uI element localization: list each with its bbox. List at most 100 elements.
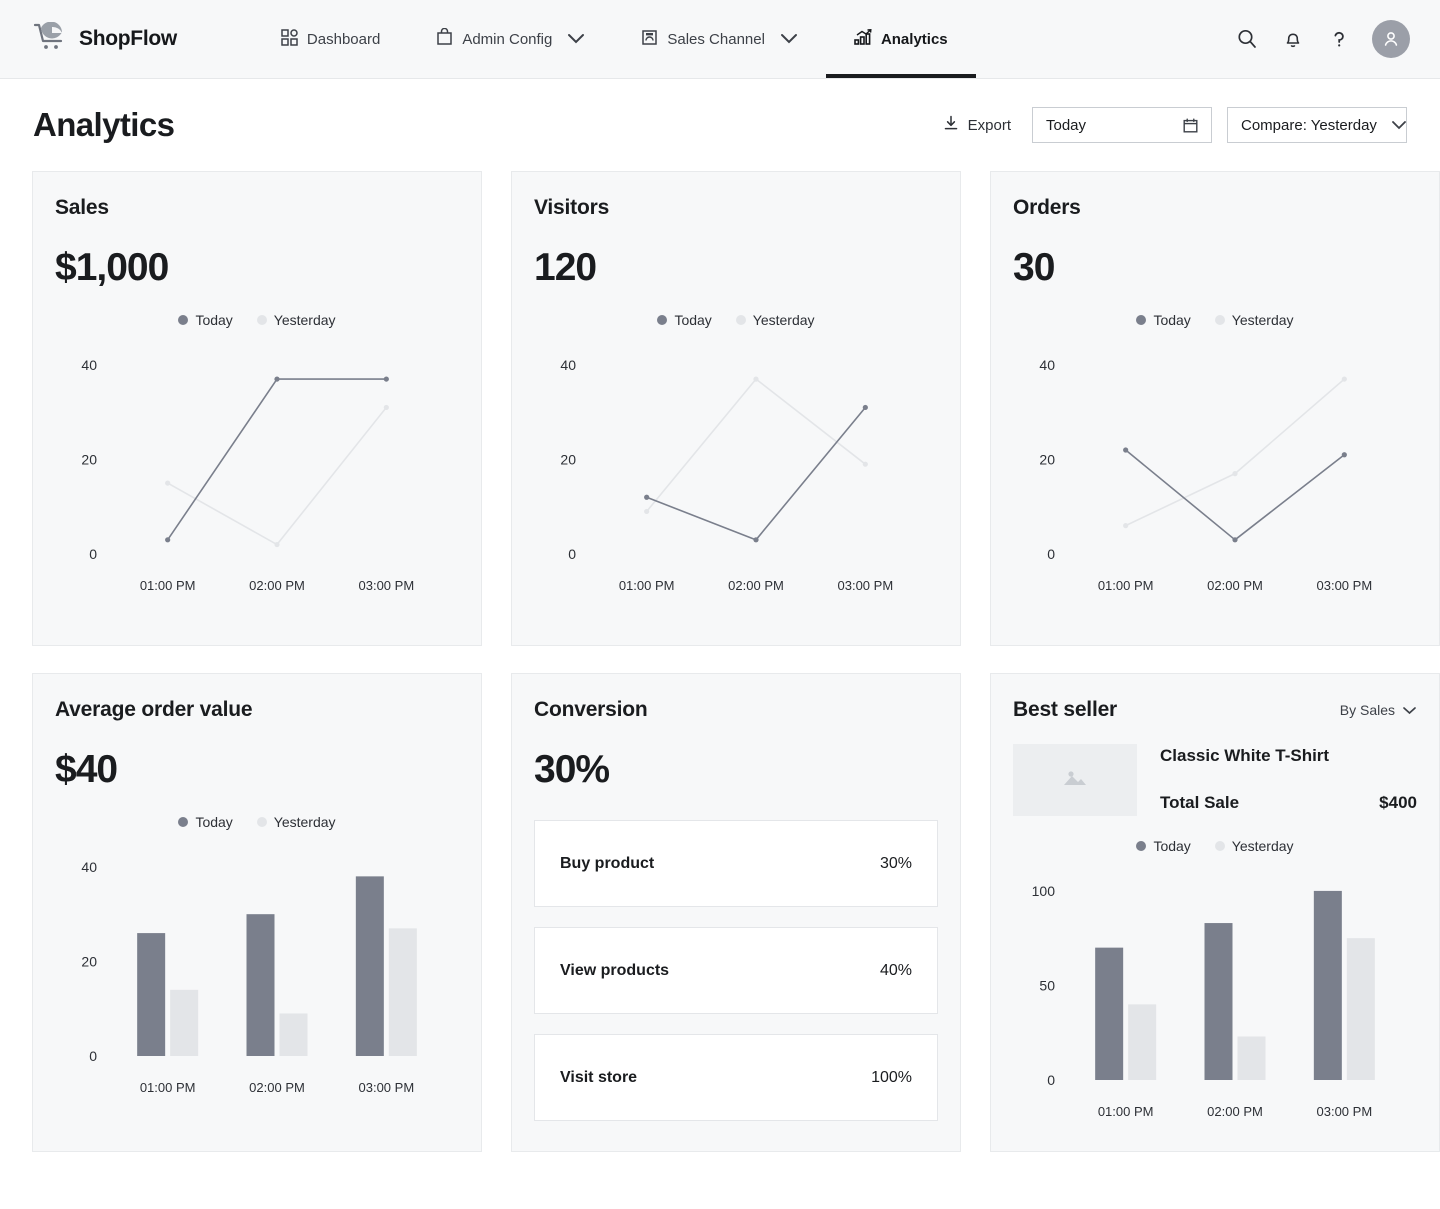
card-orders: Orders 30 Today Yesterday 0 20 40 01:00 PM 0… bbox=[990, 171, 1440, 646]
nav-item-admin-config[interactable]: Admin Config bbox=[408, 0, 613, 78]
help-icon[interactable] bbox=[1326, 26, 1352, 52]
legend-item-yesterday[interactable]: Yesterday bbox=[1214, 838, 1294, 854]
main-nav: Dashboard Admin Config Sales Channel Ana… bbox=[253, 0, 976, 78]
search-icon[interactable] bbox=[1234, 26, 1260, 52]
legend-item-yesterday[interactable]: Yesterday bbox=[735, 312, 815, 328]
svg-text:01:00 PM: 01:00 PM bbox=[140, 1080, 196, 1095]
svg-text:02:00 PM: 02:00 PM bbox=[1207, 578, 1263, 593]
shopping-cart-icon bbox=[32, 21, 68, 57]
svg-text:02:00 PM: 02:00 PM bbox=[249, 578, 305, 593]
page-toolbar: Export Today Compare: Yesterday bbox=[937, 107, 1407, 143]
svg-text:40: 40 bbox=[560, 357, 576, 373]
download-icon bbox=[943, 115, 959, 135]
conversion-label: Visit store bbox=[560, 1068, 638, 1086]
svg-text:20: 20 bbox=[1039, 451, 1055, 467]
legend-label-yesterday: Yesterday bbox=[273, 312, 336, 328]
brand-name: ShopFlow bbox=[79, 27, 177, 50]
legend-item-today[interactable]: Today bbox=[1136, 312, 1191, 328]
conversion-funnel-list: Buy product 30% View products 40% Visit … bbox=[534, 820, 938, 1121]
svg-text:20: 20 bbox=[81, 451, 97, 467]
brand-logo[interactable]: ShopFlow bbox=[0, 0, 197, 78]
legend-item-today[interactable]: Today bbox=[657, 312, 712, 328]
svg-text:20: 20 bbox=[560, 451, 576, 467]
legend-label-today: Today bbox=[1153, 838, 1191, 854]
card-value-conversion: 30% bbox=[534, 748, 610, 791]
svg-text:01:00 PM: 01:00 PM bbox=[619, 578, 675, 593]
svg-text:02:00 PM: 02:00 PM bbox=[728, 578, 784, 593]
conversion-value: 30% bbox=[879, 854, 912, 872]
svg-text:03:00 PM: 03:00 PM bbox=[1317, 578, 1373, 593]
chart-sales: 0 20 40 01:00 PM 02:00 PM 03:00 PM bbox=[55, 334, 459, 606]
legend-dot-today bbox=[1136, 841, 1147, 851]
card-visitors: Visitors 120 Today Yesterday 0 20 40 01:00 … bbox=[511, 171, 961, 646]
bell-icon[interactable] bbox=[1280, 26, 1306, 52]
date-range-select[interactable]: Today bbox=[1032, 107, 1212, 143]
card-sales: Sales $1,000 Today Yesterday 0 20 40 01:00 … bbox=[32, 171, 482, 646]
card-title-orders: Orders bbox=[1013, 196, 1081, 219]
metrics-grid: Sales $1,000 Today Yesterday 0 20 40 01:00 … bbox=[0, 171, 1440, 1152]
legend-item-yesterday[interactable]: Yesterday bbox=[1214, 312, 1294, 328]
compare-select[interactable]: Compare: Yesterday bbox=[1227, 107, 1407, 143]
image-placeholder-icon bbox=[1060, 766, 1090, 795]
legend-item-yesterday[interactable]: Yesterday bbox=[256, 814, 336, 830]
svg-text:01:00 PM: 01:00 PM bbox=[1098, 1104, 1154, 1119]
legend-item-today[interactable]: Today bbox=[1136, 838, 1191, 854]
best-seller-sort-select[interactable]: By Sales bbox=[1340, 698, 1417, 718]
legend-best-seller: Today Yesterday bbox=[1013, 838, 1417, 854]
legend-dot-yesterday bbox=[1214, 315, 1225, 325]
best-seller-header: Best seller By Sales bbox=[1013, 698, 1417, 722]
svg-text:01:00 PM: 01:00 PM bbox=[1098, 578, 1154, 593]
conversion-value: 100% bbox=[871, 1068, 912, 1086]
card-best-seller: Best seller By Sales Classic White T-Shi… bbox=[990, 673, 1440, 1152]
nav-label-admin-config: Admin Config bbox=[462, 30, 553, 48]
grid-icon bbox=[281, 28, 298, 50]
legend-visitors: Today Yesterday bbox=[534, 312, 938, 328]
best-seller-product: Classic White T-Shirt Total Sale $400 bbox=[1013, 744, 1417, 816]
page-title: Analytics bbox=[33, 106, 175, 143]
svg-text:40: 40 bbox=[81, 859, 97, 875]
total-sale-row: Total Sale $400 bbox=[1160, 793, 1417, 813]
chevron-down-icon[interactable] bbox=[567, 31, 585, 48]
svg-text:0: 0 bbox=[89, 1048, 97, 1064]
nav-item-analytics[interactable]: Analytics bbox=[825, 0, 976, 78]
card-title-best-seller: Best seller bbox=[1013, 698, 1118, 721]
chevron-down-icon[interactable] bbox=[780, 31, 798, 48]
legend-aov: Today Yesterday bbox=[55, 814, 459, 830]
card-title-sales: Sales bbox=[55, 196, 109, 219]
export-button[interactable]: Export bbox=[937, 109, 1017, 141]
svg-text:0: 0 bbox=[568, 546, 576, 562]
svg-text:03:00 PM: 03:00 PM bbox=[838, 578, 894, 593]
conversion-row-visit-store[interactable]: Visit store 100% bbox=[534, 1034, 938, 1121]
legend-item-today[interactable]: Today bbox=[178, 814, 233, 830]
bag-icon bbox=[436, 27, 453, 50]
legend-dot-yesterday bbox=[256, 817, 267, 827]
svg-text:03:00 PM: 03:00 PM bbox=[1317, 1104, 1373, 1119]
nav-item-dashboard[interactable]: Dashboard bbox=[253, 0, 408, 78]
card-title-conversion: Conversion bbox=[534, 698, 648, 721]
card-value-aov: $40 bbox=[55, 748, 118, 791]
card-value-visitors: 120 bbox=[534, 246, 597, 289]
conversion-row-buy-product[interactable]: Buy product 30% bbox=[534, 820, 938, 907]
nav-label-dashboard: Dashboard bbox=[306, 30, 381, 48]
conversion-row-view-products[interactable]: View products 40% bbox=[534, 927, 938, 1014]
card-value-sales: $1,000 bbox=[55, 246, 169, 289]
svg-text:40: 40 bbox=[81, 357, 97, 373]
chart-best-seller: 0 50 100 01:00 PM 02:00 PM 03:00 PM bbox=[1013, 860, 1417, 1132]
chevron-down-icon bbox=[1402, 702, 1417, 718]
export-label: Export bbox=[967, 116, 1011, 134]
avatar[interactable] bbox=[1372, 20, 1410, 58]
legend-dot-yesterday bbox=[256, 315, 267, 325]
svg-text:0: 0 bbox=[89, 546, 97, 562]
nav-item-sales-channel[interactable]: Sales Channel bbox=[613, 0, 826, 78]
svg-text:50: 50 bbox=[1039, 977, 1055, 993]
total-sale-value: $400 bbox=[1379, 793, 1417, 812]
card-conversion: Conversion 30% Buy product 30% View prod… bbox=[511, 673, 961, 1152]
legend-label-today: Today bbox=[674, 312, 712, 328]
legend-dot-today bbox=[657, 315, 668, 325]
conversion-label: Buy product bbox=[560, 854, 655, 872]
nav-label-sales-channel: Sales Channel bbox=[667, 30, 765, 48]
legend-label-today: Today bbox=[1153, 312, 1191, 328]
legend-item-yesterday[interactable]: Yesterday bbox=[256, 312, 336, 328]
card-value-orders: 30 bbox=[1013, 246, 1055, 289]
legend-item-today[interactable]: Today bbox=[178, 312, 233, 328]
